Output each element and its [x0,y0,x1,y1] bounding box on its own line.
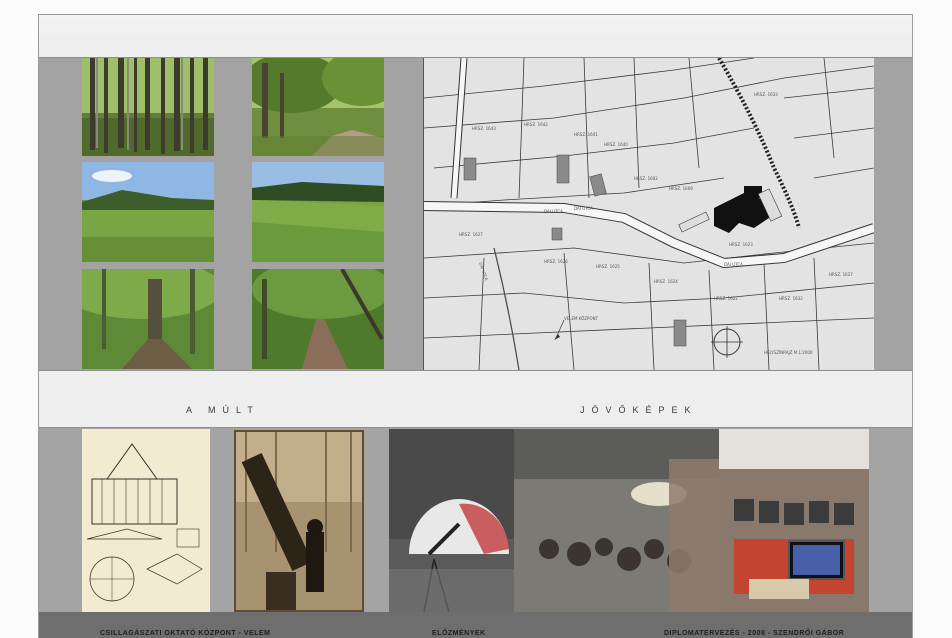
label-past: A MÚLT [186,405,260,415]
svg-text:DAI UTCA: DAI UTCA [574,206,593,211]
svg-text:HELYSZÍNRAJZ M 1:2000: HELYSZÍNRAJZ M 1:2000 [764,350,813,355]
svg-text:HRSZ. 1643: HRSZ. 1643 [472,126,496,131]
svg-text:DAI UTCA: DAI UTCA [544,209,563,214]
svg-text:HRSZ. 1627: HRSZ. 1627 [459,232,483,237]
photo-meadow-left [82,162,214,262]
svg-text:HRSZ. 1624: HRSZ. 1624 [654,279,678,284]
svg-text:DAI UTCA: DAI UTCA [724,262,743,267]
svg-text:HRSZ. 1602: HRSZ. 1602 [634,176,658,181]
site-plan-map: HRSZ. 1643 HRSZ. 1642 HRSZ. 1641 HRSZ. 1… [423,56,876,371]
top-band [39,15,912,58]
svg-text:HRSZ. 1622: HRSZ. 1622 [714,296,738,301]
svg-text:VELEM KÖZPONT: VELEM KÖZPONT [564,316,599,321]
right-gray-strip [873,58,912,370]
svg-text:HRSZ. 1627: HRSZ. 1627 [829,272,853,277]
svg-text:HRSZ. 1640: HRSZ. 1640 [604,142,628,147]
photo-forest-trunks [82,58,214,156]
photo-meadow-right [252,162,384,262]
svg-text:HRSZ. 1623: HRSZ. 1623 [729,242,753,247]
middle-band [39,370,912,428]
svg-text:HRSZ. 1642: HRSZ. 1642 [524,122,548,127]
svg-text:HRSZ. 1632: HRSZ. 1632 [779,296,803,301]
label-future: JÖVŐKÉPEK [580,405,698,415]
svg-text:HRSZ. 1625: HRSZ. 1625 [596,264,620,269]
historic-observatory-drawing [82,429,210,612]
svg-text:HRSZ. 1626: HRSZ. 1626 [544,259,568,264]
footer-section-title: ELŐZMÉNYEK [432,630,486,637]
svg-text:HRSZ. 1641: HRSZ. 1641 [574,132,598,137]
photo-forest-path [252,58,384,156]
future-observatory-collage [389,429,869,612]
footer-project-title: CSILLAGÁSZATI OKTATÓ KÖZPONT - VELEM [100,630,271,637]
photo-woods-roots [82,269,214,369]
svg-text:HRSZ. 1609: HRSZ. 1609 [669,186,693,191]
photo-woods-trail [252,269,384,369]
footer-author: DIPLOMATERVEZÉS - 2008 - SZENDRŐI GÁBOR [664,630,845,637]
svg-text:HRSZ. 1633: HRSZ. 1633 [754,92,778,97]
historic-telescope-photo [234,430,364,612]
